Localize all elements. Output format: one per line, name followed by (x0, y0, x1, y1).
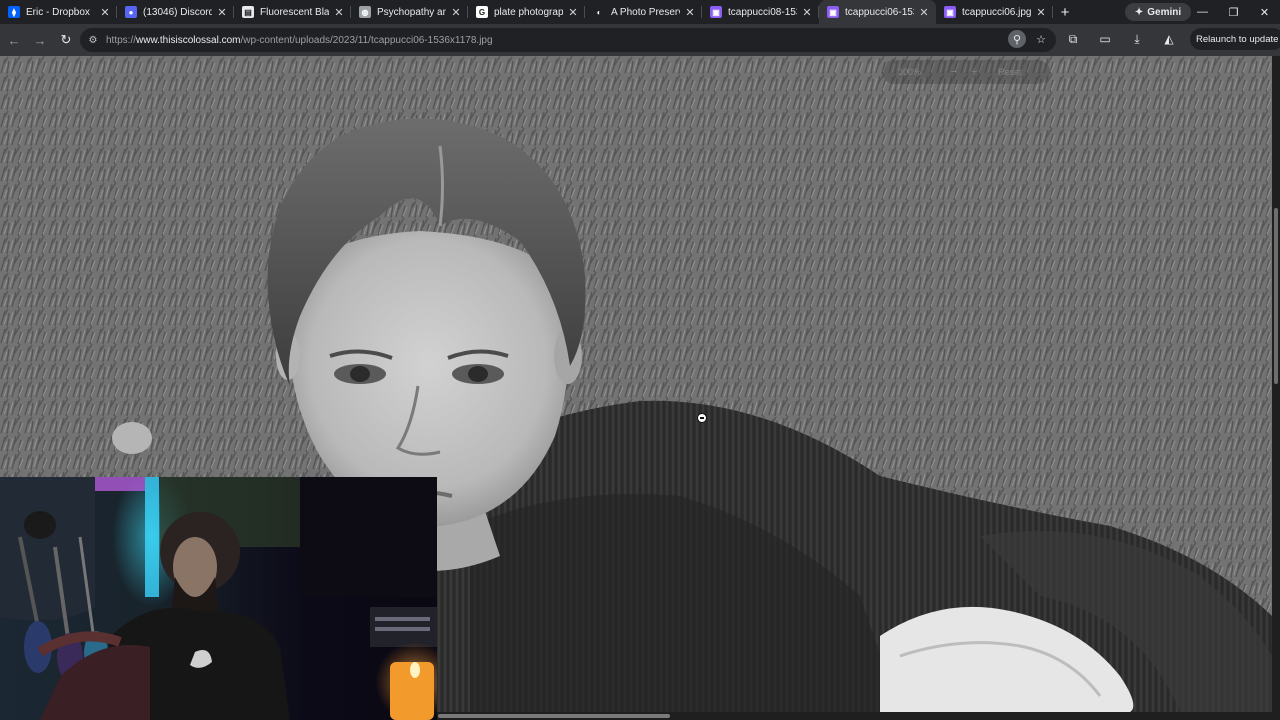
tab-title: plate photography (494, 6, 563, 18)
minimize-icon[interactable]: — (1187, 0, 1218, 24)
image-icon: ▣ (710, 6, 722, 18)
tab-4[interactable]: Gplate photography ✕ (468, 0, 585, 24)
tab-2[interactable]: ▤ Fluorescent Blank C ✕ (234, 0, 351, 24)
zoom-out-cursor-icon (697, 413, 707, 423)
extensions-icon[interactable]: ⧉ (1062, 28, 1084, 50)
vertical-scroll-thumb[interactable] (1274, 208, 1278, 384)
tab-close-icon[interactable]: ✕ (567, 6, 579, 19)
tab-title: (13046) Discord | # (143, 6, 212, 18)
globe-icon: ◍ (359, 6, 371, 18)
restore-icon[interactable]: ❐ (1218, 0, 1249, 24)
tab-8[interactable]: ▣ tcappucci06.jpg (15 ✕ (936, 0, 1053, 24)
url-text: https://www.thisiscolossal.com/wp-conten… (106, 34, 493, 46)
tab-0[interactable]: ⧫ Eric - Dropbox ✕ (0, 0, 117, 24)
reset-zoom-button[interactable]: Reset (998, 67, 1022, 77)
zoom-out-button[interactable]: − (944, 66, 964, 78)
tab-7[interactable]: ▣ tcappucci06-1536x ✕ (819, 0, 936, 24)
viewer-zoom-controls: 300% − + Reset (882, 60, 1050, 84)
tab-close-icon[interactable]: ✕ (333, 6, 345, 19)
relaunch-button[interactable]: Relaunch to update (1190, 28, 1280, 50)
crescent-icon: ◐ (593, 6, 605, 18)
zoom-in-button[interactable]: + (964, 66, 984, 78)
reading-mode-icon[interactable]: ▭ (1094, 28, 1116, 50)
forward-icon[interactable]: → (28, 28, 52, 52)
address-bar[interactable]: ⚙ https://www.thisiscolossal.com/wp-cont… (80, 28, 1056, 52)
tab-strip: ⧫ Eric - Dropbox ✕ ● (13046) Discord | # ✕ ▤ Fl… (0, 0, 1280, 24)
zoom-percent: 300% (898, 67, 922, 77)
new-tab-button[interactable]: + (1053, 0, 1077, 24)
tab-title: Psychopathy and A (377, 6, 446, 18)
tab-title: Eric - Dropbox (26, 6, 90, 18)
webcam-feed-image (0, 477, 437, 720)
tab-close-icon[interactable]: ✕ (216, 6, 228, 19)
tab-title: A Photo Preservatio (611, 6, 680, 18)
webcam-overlay (0, 477, 437, 720)
tab-6[interactable]: ▣ tcappucci08-1536x ✕ (702, 0, 819, 24)
document-icon: ▤ (242, 6, 254, 18)
tab-title: tcappucci08-1536x (728, 6, 797, 18)
tab-close-icon[interactable]: ✕ (450, 6, 462, 19)
profile-icon[interactable]: ◭ (1158, 28, 1180, 50)
bookmark-star-icon[interactable]: ☆ (1032, 30, 1050, 48)
site-info-icon[interactable]: ⚙ (86, 33, 100, 47)
tab-1[interactable]: ● (13046) Discord | # ✕ (117, 0, 234, 24)
image-icon: ▣ (827, 6, 839, 18)
tab-3[interactable]: ◍ Psychopathy and A ✕ (351, 0, 468, 24)
tab-title: Fluorescent Blank C (260, 6, 329, 18)
sparkle-icon: ✦ (1134, 6, 1144, 18)
tab-title: tcappucci06.jpg (15 (962, 6, 1031, 18)
tab-close-icon[interactable]: ✕ (99, 6, 111, 19)
tab-close-icon[interactable]: ✕ (918, 6, 930, 19)
gemini-button[interactable]: ✦ Gemini (1125, 3, 1191, 21)
tab-close-icon[interactable]: ✕ (1035, 6, 1047, 19)
discord-icon: ● (125, 6, 137, 18)
tab-5[interactable]: ◐ A Photo Preservatio ✕ (585, 0, 702, 24)
google-icon: G (476, 6, 488, 18)
window-controls: — ❐ ✕ (1187, 0, 1280, 24)
toolbar: ← → ↻ ⚙ https://www.thisiscolossal.com/w… (0, 24, 1280, 56)
horizontal-scroll-thumb[interactable] (438, 714, 670, 718)
gemini-label: Gemini (1147, 6, 1182, 18)
tab-title: tcappucci06-1536x (845, 6, 914, 18)
tab-close-icon[interactable]: ✕ (801, 6, 813, 19)
back-icon[interactable]: ← (2, 28, 26, 52)
reload-icon[interactable]: ↻ (54, 28, 78, 52)
download-icon[interactable]: ⤓ (1126, 28, 1148, 50)
vertical-scrollbar[interactable] (1272, 56, 1280, 712)
tab-close-icon[interactable]: ✕ (684, 6, 696, 19)
dropbox-icon: ⧫ (8, 6, 20, 18)
close-window-icon[interactable]: ✕ (1249, 0, 1280, 24)
image-icon: ▣ (944, 6, 956, 18)
zoom-icon[interactable]: ⚲ (1008, 30, 1026, 48)
